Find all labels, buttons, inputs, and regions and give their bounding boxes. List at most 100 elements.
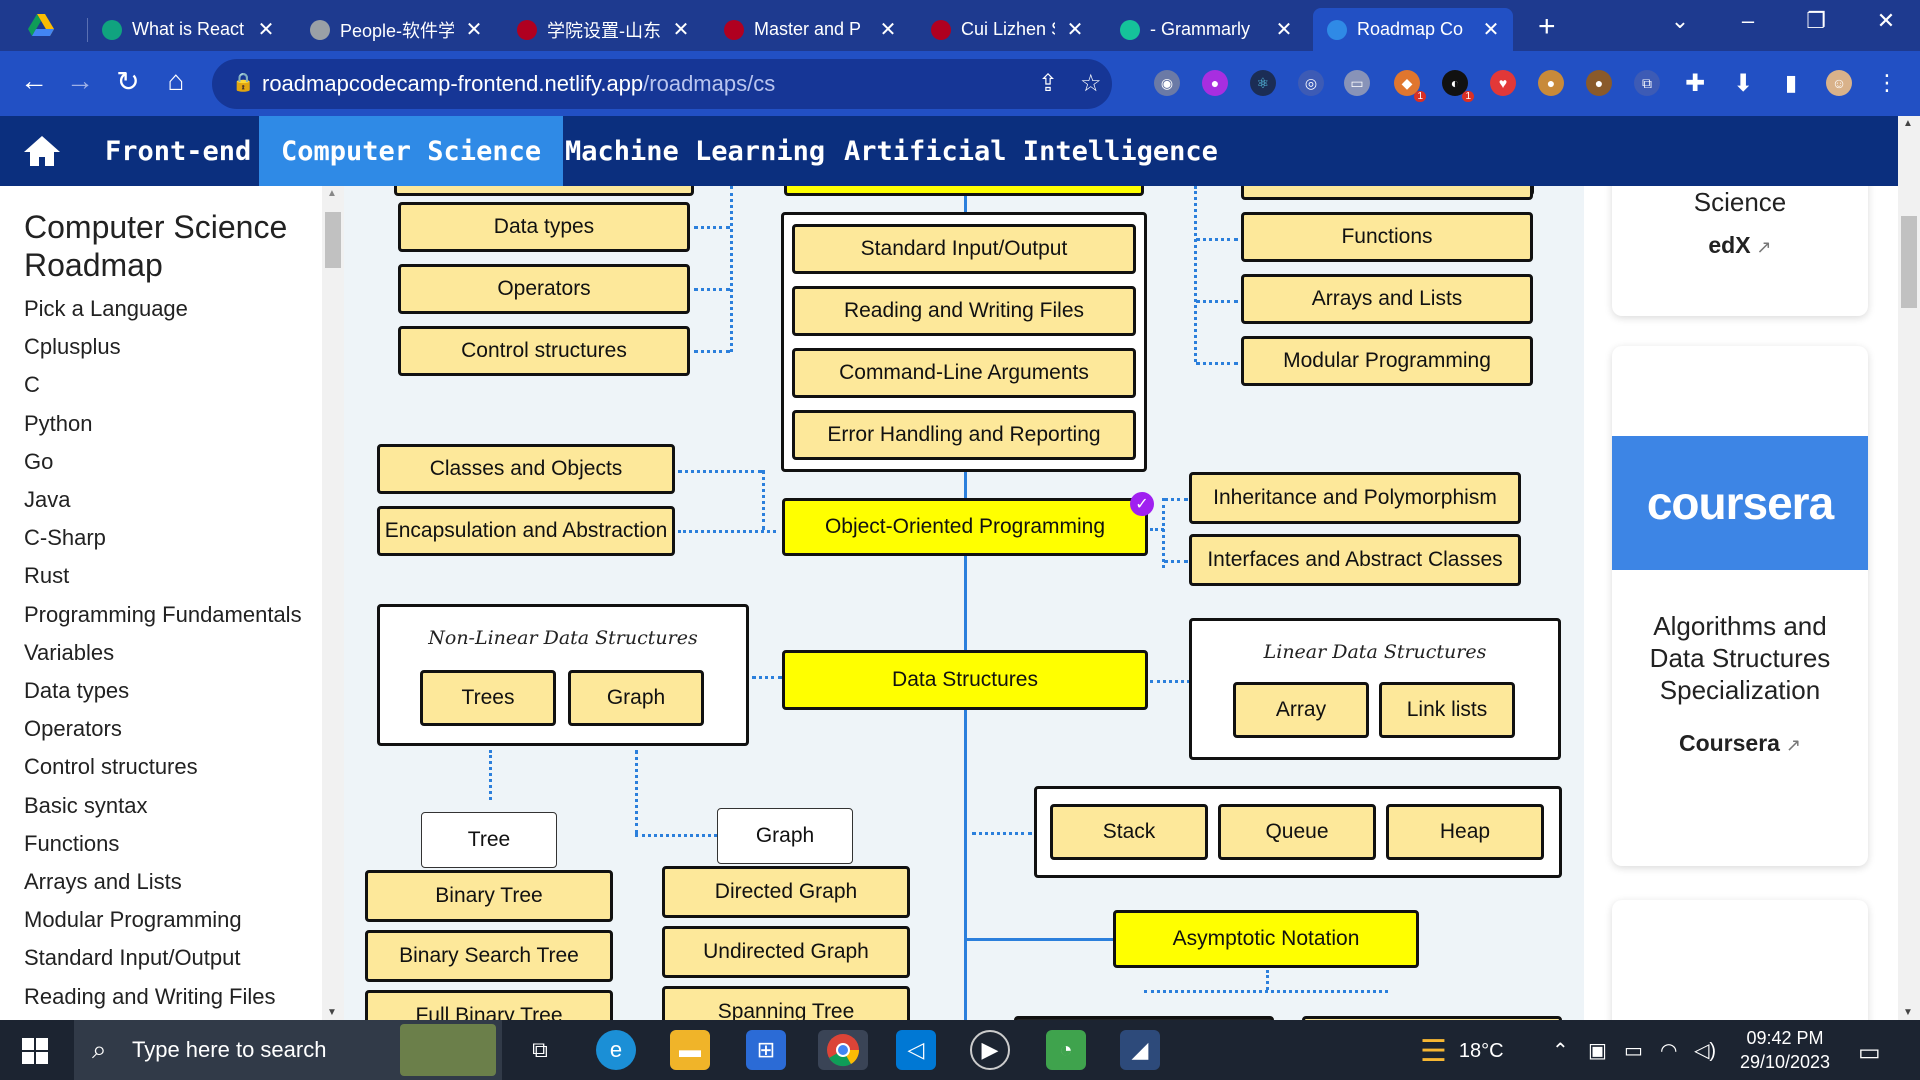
sidebar-scroll-thumb[interactable] [325, 212, 341, 268]
node-trees[interactable]: Trees [420, 670, 556, 726]
node-functions[interactable]: Functions [1241, 212, 1533, 262]
browser-tab[interactable]: - Grammarly ✕ [1106, 8, 1306, 51]
node-command-line-arguments[interactable]: Command-Line Arguments [792, 348, 1136, 398]
forward-icon[interactable]: → [62, 65, 98, 97]
close-tab-icon[interactable]: ✕ [1479, 17, 1503, 42]
taskbar-search[interactable]: ⌕ Type here to search [74, 1020, 502, 1080]
profile-avatar[interactable]: ☺ [1826, 70, 1852, 96]
sidebar-item[interactable]: Modular Programming [24, 907, 242, 933]
sidebar-item[interactable]: Rust [24, 563, 69, 589]
sidebar-item[interactable]: Pick a Language [24, 296, 188, 322]
node-binary-tree[interactable]: Binary Tree [365, 870, 613, 922]
provider-name[interactable]: Coursera [1679, 730, 1780, 756]
cookie-icon[interactable]: ● [1538, 70, 1564, 96]
address-bar[interactable]: 🔒 roadmapcodecamp-frontend.netlify.app/r… [212, 59, 1112, 109]
vscode-icon[interactable]: ◁ [896, 1030, 936, 1070]
home-browser-icon[interactable]: ⌂ [158, 65, 194, 97]
course-card-edx[interactable]: Science edX ↗ [1612, 186, 1868, 316]
nav-front-end[interactable]: Front-end [83, 116, 273, 186]
node-full-binary-tree[interactable]: Full Binary Tree [365, 990, 613, 1020]
chrome-icon[interactable] [818, 1030, 868, 1070]
cookie-editor-icon[interactable]: ● [1586, 70, 1612, 96]
browser-tab[interactable]: Roadmap Co ✕ [1313, 8, 1513, 51]
meet-icon[interactable]: ▣ [1588, 1038, 1607, 1063]
screenshot-extension-icon[interactable]: ⧉ [1634, 70, 1660, 96]
close-tab-icon[interactable]: ✕ [254, 17, 278, 42]
back-icon[interactable]: ← [16, 65, 52, 97]
browser-tab[interactable]: People-软件学 ✕ [296, 8, 496, 51]
browser-tab[interactable]: 学院设置-山东 ✕ [503, 8, 703, 51]
page-scrollbar[interactable]: ▲ ▼ [1898, 116, 1920, 1020]
restore-icon[interactable]: ❐ [1796, 8, 1836, 34]
node-stack[interactable]: Stack [1050, 804, 1208, 860]
scroll-up-icon[interactable]: ▲ [327, 188, 337, 199]
side-panel-icon[interactable]: ▮ [1778, 70, 1804, 96]
media-player-icon[interactable]: ▶ [970, 1030, 1010, 1070]
windows-start-icon[interactable] [22, 1038, 48, 1064]
kebab-menu-icon[interactable]: ⋮ [1874, 70, 1900, 96]
node-heap[interactable]: Heap [1386, 804, 1544, 860]
dark-extension-icon[interactable]: ◐ 1 [1442, 70, 1474, 102]
nav-computer-science[interactable]: Computer Science [259, 116, 564, 186]
window-extension-icon[interactable]: ▭ [1344, 70, 1370, 96]
bookmark-star-icon[interactable]: ☆ [1080, 69, 1102, 98]
sidebar-item[interactable]: Data types [24, 678, 129, 704]
tab-search-icon[interactable]: ⌄ [1660, 8, 1700, 34]
react-devtools-icon[interactable]: ⚛ [1250, 70, 1276, 96]
sidebar-item[interactable]: Arrays and Lists [24, 869, 182, 895]
node-inheritance-polymorphism[interactable]: Inheritance and Polymorphism [1189, 472, 1521, 524]
sidebar-item[interactable]: Operators [24, 716, 122, 742]
node-operators[interactable]: Operators [398, 264, 690, 314]
wifi-icon[interactable]: ◠ [1660, 1038, 1677, 1063]
node-encapsulation-abstraction[interactable]: Encapsulation and Abstraction [377, 506, 675, 556]
node-undirected-graph[interactable]: Undirected Graph [662, 926, 910, 978]
node-data-structures[interactable]: Data Structures [782, 650, 1148, 710]
course-card-coursera[interactable]: coursera Algorithms and Data Structures … [1612, 346, 1868, 866]
external-link-icon[interactable]: ↗ [1786, 735, 1801, 755]
system-clock[interactable]: 09:42 PM 29/10/2023 [1730, 1026, 1840, 1074]
share-icon[interactable]: ⇪ [1038, 69, 1058, 98]
node-object-oriented-programming[interactable]: Object-Oriented Programming [782, 498, 1148, 556]
node-standard-io[interactable]: Standard Input/Output [792, 224, 1136, 274]
sidebar-item[interactable]: Programming Fundamentals [24, 602, 302, 628]
provider-name[interactable]: edX [1708, 232, 1750, 258]
node-graph[interactable]: Graph [568, 670, 704, 726]
target-extension-icon[interactable]: ◎ [1298, 70, 1324, 96]
sidebar-item[interactable]: Python [24, 411, 93, 437]
scroll-down-icon[interactable]: ▼ [1903, 1007, 1913, 1018]
course-provider[interactable]: Coursera ↗ [1612, 730, 1868, 757]
node-control-structures[interactable]: Control structures [398, 326, 690, 376]
sidebar-item[interactable]: Java [24, 487, 70, 513]
node-asymptotic-notation[interactable]: Asymptotic Notation [1113, 910, 1419, 968]
scroll-up-icon[interactable]: ▲ [1903, 118, 1913, 129]
node-reading-writing-files[interactable]: Reading and Writing Files [792, 286, 1136, 336]
sidebar-item[interactable]: Basic syntax [24, 793, 148, 819]
task-view-icon[interactable]: ⧉ [520, 1030, 560, 1070]
drive-icon[interactable] [28, 14, 54, 36]
minimize-icon[interactable]: – [1728, 8, 1768, 34]
new-tab-button[interactable]: + [1538, 10, 1556, 44]
weather-widget[interactable]: ☰ 18°C [1420, 1034, 1504, 1069]
sidebar-item[interactable]: C [24, 372, 40, 398]
sidebar-item[interactable]: Control structures [24, 754, 198, 780]
notifications-icon[interactable]: ▭ [1858, 1038, 1881, 1067]
scroll-down-icon[interactable]: ▼ [327, 1007, 337, 1018]
node-queue[interactable]: Queue [1218, 804, 1376, 860]
node-error-handling[interactable]: Error Handling and Reporting [792, 410, 1136, 460]
sidebar-item[interactable]: Go [24, 449, 53, 475]
feedback-app-icon[interactable]: ◢ [1120, 1030, 1160, 1070]
close-tab-icon[interactable]: ✕ [1272, 17, 1296, 42]
home-icon[interactable] [22, 134, 62, 168]
fox-extension-icon[interactable]: ◆ 1 [1394, 70, 1426, 102]
roadmap-node-partial[interactable] [1241, 186, 1533, 200]
node-classes-and-objects[interactable]: Classes and Objects [377, 444, 675, 494]
roadmap-node-partial[interactable] [784, 186, 1144, 196]
close-window-icon[interactable]: ✕ [1866, 8, 1906, 34]
browser-tab[interactable]: Cui Lizhen Sh ✕ [917, 8, 1097, 51]
page-scroll-thumb[interactable] [1901, 216, 1917, 308]
download-icon[interactable]: ⬇ [1730, 70, 1756, 97]
camera-extension-icon[interactable]: ◉ [1154, 70, 1180, 96]
node-link-lists[interactable]: Link lists [1379, 682, 1515, 738]
node-spanning-tree[interactable]: Spanning Tree [662, 986, 910, 1020]
node-arrays-and-lists[interactable]: Arrays and Lists [1241, 274, 1533, 324]
